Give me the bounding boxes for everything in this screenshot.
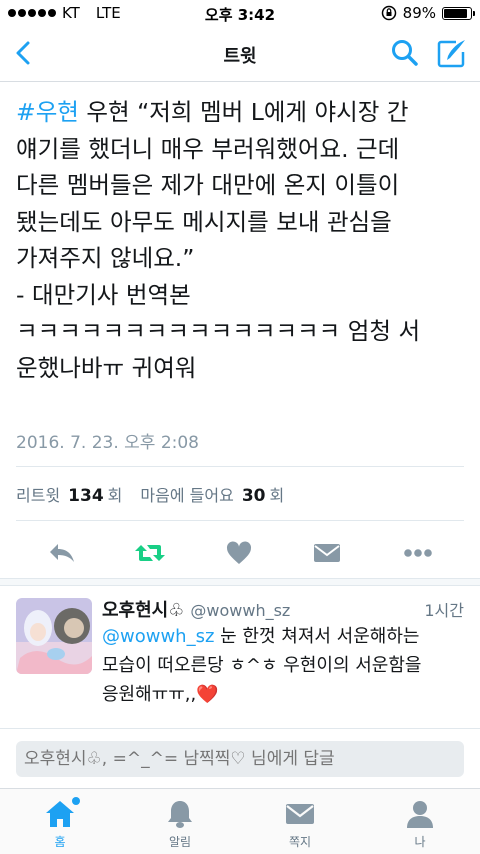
tweet-line-6: - 대만기사 번역본 (16, 280, 191, 309)
heart-icon (226, 541, 252, 564)
reply-input[interactable] (16, 741, 464, 777)
person-icon (407, 801, 433, 828)
avatar[interactable] (16, 598, 92, 674)
rotation-lock-icon (381, 5, 396, 21)
tweet-line-1: 우현 “저희 멤버 L에게 야시장 간 (78, 98, 409, 126)
status-bar: KT LTE 오후 3:42 89% (0, 0, 480, 28)
envelope-icon (286, 804, 314, 824)
reply-tweet[interactable]: 오후현시♧ @wowwh_sz 1시간 @wowwh_sz 눈 한껏 쳐져서 서… (0, 586, 480, 726)
retweet-button[interactable] (132, 536, 168, 570)
tab-messages[interactable]: 쪽지 (240, 789, 360, 854)
divider (16, 466, 464, 467)
retweets-label: 리트윗 (16, 486, 61, 505)
notification-dot (72, 797, 80, 805)
compose-icon[interactable] (436, 38, 468, 68)
hashtag-link[interactable]: #우현 (16, 98, 79, 126)
nav-bar: 트윗 (0, 28, 480, 82)
search-icon[interactable] (390, 38, 420, 68)
reply-author-name[interactable]: 오후현시♧ (102, 596, 184, 622)
divider (16, 520, 464, 521)
battery-percent: 89% (402, 4, 436, 22)
message-button[interactable] (309, 536, 345, 570)
tab-home[interactable]: 홈 (0, 789, 120, 854)
reply-timestamp: 1시간 (424, 601, 464, 620)
tab-label: 홈 (54, 835, 66, 849)
tweet-stats[interactable]: 리트윗 134 회 마음에 들어요 30 회 (16, 482, 284, 506)
tweet-text: #우현 우현 “저희 멤버 L에게 야시장 간 얘기를 했더니 매우 부러워했어… (16, 94, 468, 386)
retweet-icon (135, 545, 165, 561)
tweet-line-5: 가져주지 않네요.” (16, 244, 195, 272)
tweet-line-3: 다른 멤버들은 제가 대만에 온지 이틀이 (16, 171, 400, 199)
message-icon (314, 544, 340, 562)
section-separator (0, 578, 480, 586)
reply-text: @wowwh_sz 눈 한껏 쳐져서 서운해하는 모습이 떠오른당 ㅎ^ㅎ 우현… (102, 622, 464, 709)
tab-bar: 홈 알림 쪽지 나 (0, 788, 480, 854)
tab-label: 나 (414, 835, 426, 849)
retweets-unit: 회 (107, 486, 123, 505)
tweet-line-7: ㅋㅋㅋㅋㅋㅋㅋㅋㅋㅋㅋㅋㅋㅋㅋ 엄청 서 (16, 317, 421, 345)
likes-count: 30 (241, 486, 266, 506)
reply-author-handle[interactable]: @wowwh_sz (190, 601, 290, 620)
likes-unit: 회 (269, 486, 285, 505)
bell-icon (168, 801, 192, 828)
reply-header: 오후현시♧ @wowwh_sz 1시간 (102, 596, 464, 622)
retweets-count: 134 (68, 486, 104, 506)
tweet-line-4: 됐는데도 아무도 메시지를 보내 관심을 (16, 207, 392, 236)
reply-icon (50, 544, 74, 562)
reply-button[interactable] (44, 536, 80, 570)
tweet-timestamp: 2016. 7. 23. 오후 2:08 (16, 433, 199, 453)
tab-notifications[interactable]: 알림 (120, 789, 240, 854)
tab-me[interactable]: 나 (360, 789, 480, 854)
home-icon (46, 801, 74, 827)
battery-icon (442, 6, 475, 20)
reply-bar (0, 728, 480, 788)
reply-line-3: 응원해ㅠㅠ,, (102, 684, 197, 705)
mention-link[interactable]: @wowwh_sz (102, 626, 214, 647)
tweet-actions (0, 536, 480, 570)
reply-line-2: 모습이 떠오른당 ㅎ^ㅎ 우현이의 서운함을 (102, 655, 422, 676)
heart-emoji: ❤️ (196, 684, 219, 705)
tab-label: 알림 (168, 835, 192, 849)
battery-info: 89% (381, 4, 475, 22)
tweet-line-2: 얘기를 했더니 매우 부러워했어요. 근데 (16, 134, 400, 163)
more-button[interactable] (400, 536, 436, 570)
tweet-line-8: 운했나바ㅠ 귀여워 (16, 353, 197, 382)
reply-line-1: 눈 한껏 쳐져서 서운해하는 (214, 626, 420, 647)
likes-label: 마음에 들어요 (140, 486, 234, 505)
tab-label: 쪽지 (288, 835, 312, 849)
more-icon (404, 549, 432, 557)
like-button[interactable] (221, 536, 257, 570)
